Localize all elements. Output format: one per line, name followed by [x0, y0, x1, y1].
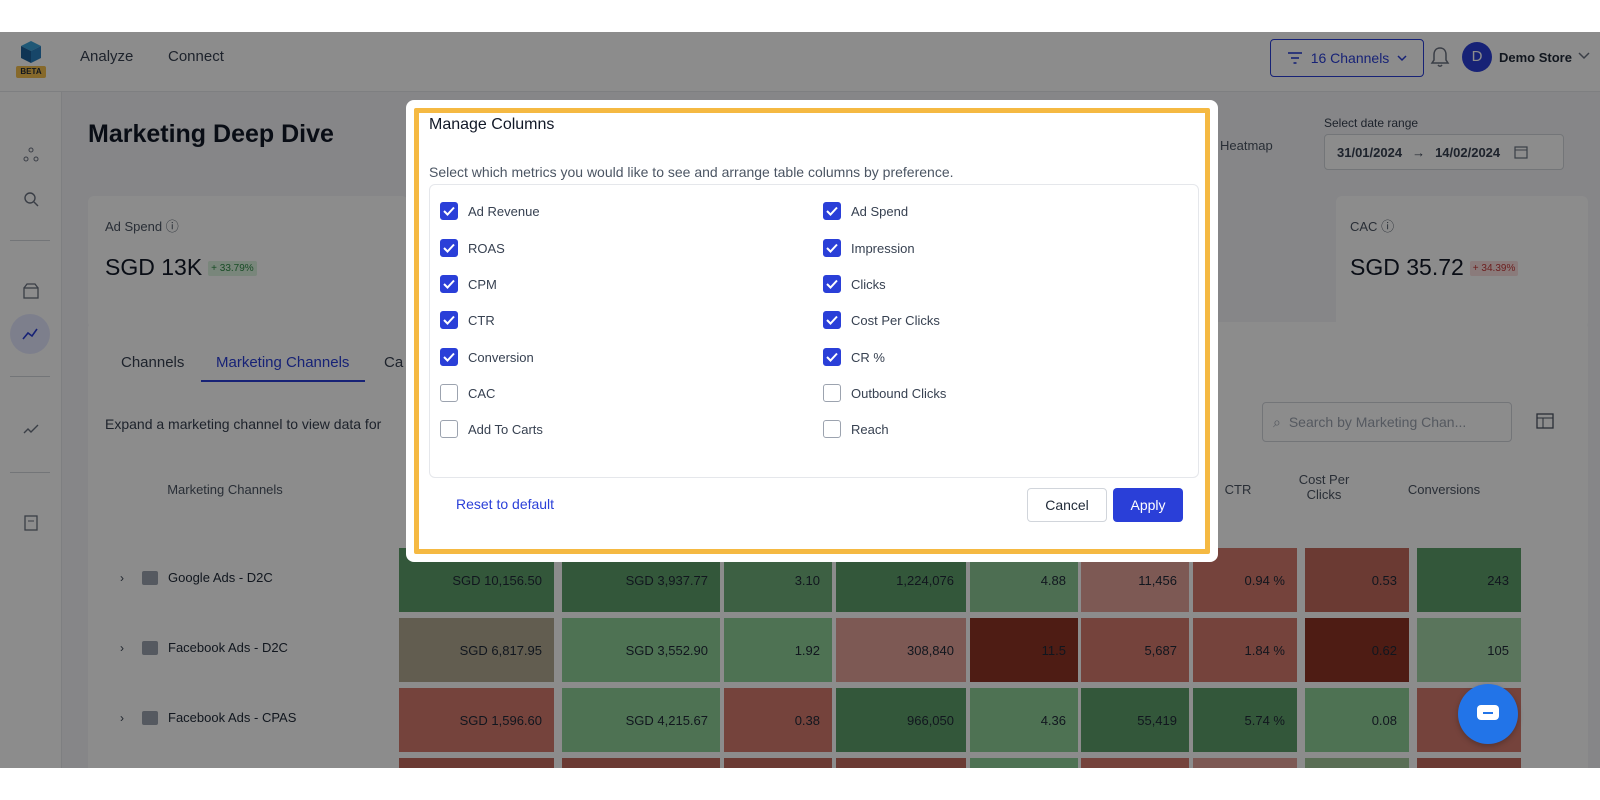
reset-to-default-link[interactable]: Reset to default	[456, 496, 554, 512]
column-option[interactable]: CPM	[440, 275, 497, 293]
column-option[interactable]: Conversion	[440, 348, 534, 366]
column-option-label: Add To Carts	[468, 421, 543, 437]
checkbox-checked-icon[interactable]	[823, 348, 841, 366]
column-option[interactable]: CAC	[440, 384, 495, 402]
checkbox-checked-icon[interactable]	[440, 239, 458, 257]
checkbox-unchecked-icon[interactable]	[823, 384, 841, 402]
column-option-label: Impression	[851, 240, 915, 256]
column-option-label: Cost Per Clicks	[851, 312, 940, 328]
column-option-label: Ad Spend	[851, 203, 909, 219]
checkbox-unchecked-icon[interactable]	[823, 420, 841, 438]
column-option-label: ROAS	[468, 240, 505, 256]
manage-columns-modal: Manage Columns Select which metrics you …	[406, 100, 1218, 562]
checkbox-checked-icon[interactable]	[440, 202, 458, 220]
column-option-label: Reach	[851, 421, 889, 437]
column-option-label: CTR	[468, 312, 495, 328]
column-option[interactable]: ROAS	[440, 239, 505, 257]
modal-subtitle: Select which metrics you would like to s…	[429, 164, 954, 180]
column-option-label: CAC	[468, 385, 496, 401]
column-option-label: CR %	[851, 349, 885, 365]
column-options: Ad Revenue ROAS CPM CTR Conversion CAC Add To …	[429, 184, 1199, 478]
checkbox-checked-icon[interactable]	[823, 202, 841, 220]
cancel-button[interactable]: Cancel	[1027, 488, 1107, 522]
column-option[interactable]: Reach	[823, 420, 889, 438]
checkbox-checked-icon[interactable]	[823, 311, 841, 329]
chat-button[interactable]	[1458, 684, 1518, 744]
column-option-label: Clicks	[851, 276, 886, 292]
column-option[interactable]: CTR	[440, 311, 495, 329]
chat-icon	[1477, 705, 1499, 720]
column-option-label: CPM	[468, 276, 497, 292]
checkbox-checked-icon[interactable]	[823, 239, 841, 257]
column-option-label: Outbound Clicks	[851, 385, 947, 401]
column-option[interactable]: Cost Per Clicks	[823, 311, 940, 329]
column-option[interactable]: Ad Spend	[823, 202, 908, 220]
modal-title: Manage Columns	[429, 116, 555, 133]
column-option-label: Conversion	[468, 349, 534, 365]
apply-button[interactable]: Apply	[1113, 488, 1183, 522]
checkbox-checked-icon[interactable]	[440, 275, 458, 293]
checkbox-checked-icon[interactable]	[823, 275, 841, 293]
column-option-label: Ad Revenue	[468, 203, 540, 219]
checkbox-checked-icon[interactable]	[440, 311, 458, 329]
column-option[interactable]: Add To Carts	[440, 420, 543, 438]
column-option[interactable]: CR %	[823, 348, 885, 366]
column-option[interactable]: Outbound Clicks	[823, 384, 946, 402]
checkbox-unchecked-icon[interactable]	[440, 420, 458, 438]
checkbox-unchecked-icon[interactable]	[440, 384, 458, 402]
column-option[interactable]: Ad Revenue	[440, 202, 540, 220]
column-option[interactable]: Clicks	[823, 275, 886, 293]
app-window: BETA Analyze Connect 16 Channels D Demo …	[0, 32, 1600, 768]
column-option[interactable]: Impression	[823, 239, 915, 257]
checkbox-checked-icon[interactable]	[440, 348, 458, 366]
